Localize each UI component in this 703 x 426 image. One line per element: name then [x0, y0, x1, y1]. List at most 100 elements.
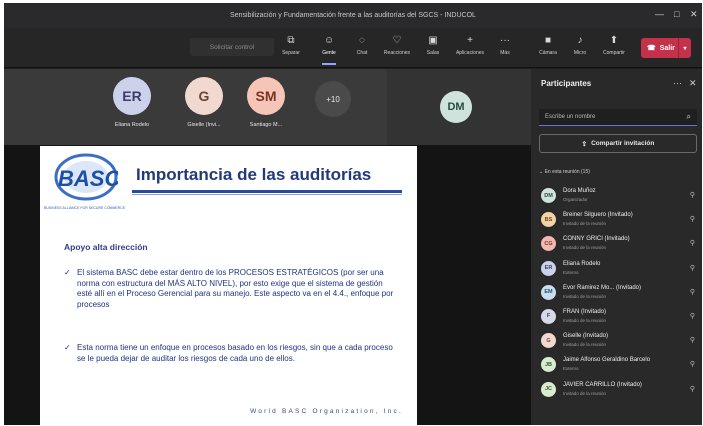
- chat-icon: ◌: [359, 35, 365, 46]
- title-rule-thin: [132, 194, 402, 195]
- participant-name: JAVIER CARRILLO (Invitado): [563, 381, 642, 388]
- toolbar-btn-apps[interactable]: + Aplicaciones: [455, 34, 485, 64]
- mic-muted-icon[interactable]: ⚲: [690, 312, 695, 320]
- avatar: BS: [541, 212, 556, 228]
- toolbar-label: Compartir: [603, 50, 625, 56]
- participant-item[interactable]: CG CONNY GRICI (Invitado) Invitado de la…: [541, 233, 701, 257]
- chevron-down-icon[interactable]: ▾: [678, 38, 691, 58]
- maximize-icon[interactable]: □: [674, 9, 679, 19]
- toolbar-btn-more[interactable]: ··· Más: [490, 34, 520, 64]
- mic-muted-icon[interactable]: ⚲: [690, 288, 695, 296]
- toolbar-label: Reacciones: [383, 50, 411, 56]
- bullet-text: Esta norma tiene un enfoque en procesos …: [77, 343, 393, 363]
- share-invite-button[interactable]: ⇪ Compartir invitación: [539, 134, 697, 153]
- search-icon: ⌕: [686, 112, 691, 121]
- minimize-icon[interactable]: —: [655, 9, 664, 19]
- participant-item[interactable]: ER Eliana Rodelo Externo ⚲: [541, 258, 701, 282]
- participant-role: Invitado de la reunión: [563, 342, 607, 348]
- share-screen-icon: ⧉: [287, 35, 295, 46]
- participant-role: Invitado de la reunión: [563, 293, 607, 299]
- mic-muted-icon[interactable]: ⚲: [690, 264, 695, 272]
- avatar: EM: [541, 284, 556, 300]
- toolbar-label: Chat: [356, 50, 368, 56]
- close-window-icon[interactable]: ✕: [690, 9, 698, 20]
- avatar: F: [541, 308, 556, 324]
- mic-muted-icon[interactable]: ⚲: [690, 336, 695, 344]
- leave-button[interactable]: ☎ Salir ▾: [641, 38, 691, 58]
- request-control-button[interactable]: Solicitar control: [190, 38, 274, 56]
- participant-item[interactable]: JC JAVIER CARRILLO (Invitado) Invitado d…: [541, 379, 701, 403]
- participant-tile[interactable]: SM Santiago M...: [247, 77, 285, 128]
- mic-muted-icon[interactable]: ⚲: [690, 191, 695, 199]
- toolbar-label: Salas: [426, 50, 440, 56]
- slide-title: Importancia de las auditorías: [136, 165, 372, 184]
- meeting-toolbar: Solicitar control ⧉ Separar ☺ Gente ◌ Ch…: [4, 28, 702, 68]
- shared-slide: BASC BUSINESS ALLIANCE FOR SECURE COMMER…: [40, 146, 417, 425]
- rooms-icon: ▣: [428, 35, 438, 46]
- people-icon: ☺: [323, 35, 335, 46]
- participant-role: Externo: [563, 269, 579, 275]
- participant-name: FRAN (Invitado): [563, 308, 607, 315]
- mic-muted-icon[interactable]: ⚲: [690, 360, 695, 368]
- participant-item[interactable]: F FRAN (Invitado) Invitado de la reunión…: [541, 306, 701, 330]
- slide-bullet: ✓ El sistema BASC debe estar dentro de l…: [64, 268, 394, 310]
- toolbar-btn-mic[interactable]: ♪ Micro: [565, 34, 595, 64]
- window-title: Sensibilización y Fundamentación frente …: [230, 12, 476, 19]
- participant-search-input[interactable]: Escribe un nombre ⌕: [539, 109, 697, 126]
- section-header[interactable]: ⌄ En esta reunión (15): [539, 169, 590, 175]
- toolbar-btn-chat[interactable]: ◌ Chat: [347, 34, 377, 64]
- participant-item[interactable]: EM Evor Ramirez Mo... (Invitado) Invitad…: [541, 282, 701, 306]
- avatar: JC: [541, 381, 556, 397]
- reactions-icon: ♡: [392, 35, 402, 46]
- mic-muted-icon[interactable]: ⚲: [690, 239, 695, 247]
- mic-muted-icon[interactable]: ⚲: [690, 385, 695, 393]
- toolbar-label: Gente: [322, 50, 336, 56]
- tile-name: Santiago M...: [249, 122, 283, 128]
- participant-list: DM Dora Muñoz Organizador ⚲ BS Breiner S…: [541, 185, 701, 403]
- phone-icon: ☎: [647, 45, 656, 52]
- logo-subtitle: BUSINESS ALLIANCE FOR SECURE COMMERCE: [44, 206, 126, 210]
- participant-name: Breiner Silguero (Invitado): [563, 212, 633, 219]
- participant-role: Invitado de la reunión: [563, 317, 607, 323]
- participant-name: CONNY GRICI (Invitado): [563, 236, 630, 243]
- slide-bullet: ✓ Esta norma tiene un enfoque en proceso…: [64, 343, 394, 364]
- participant-name: Evor Ramirez Mo... (Invitado): [563, 284, 642, 291]
- participant-name: Giselle (Invitado): [563, 333, 609, 340]
- toolbar-btn-rooms[interactable]: ▣ Salas: [418, 34, 448, 64]
- tile-name: Giselle (Invi...: [187, 122, 221, 128]
- toolbar-btn-reactions[interactable]: ♡ Reacciones: [382, 34, 412, 64]
- meeting-stage: ER Eliana Rodelo G Giselle (Invi... SM S…: [4, 69, 531, 425]
- more-participants-button[interactable]: +10: [315, 81, 351, 117]
- toolbar-btn-separar[interactable]: ⧉ Separar: [276, 34, 306, 64]
- avatar: DM: [440, 91, 472, 123]
- avatar: G: [185, 77, 223, 115]
- share-invite-label: Compartir invitación: [591, 140, 655, 147]
- participant-name: Jaime Alfonso Geraldino Barcelo: [563, 357, 651, 364]
- toolbar-btn-camera[interactable]: ■ Cámara: [533, 34, 563, 64]
- apps-icon: +: [467, 35, 473, 46]
- more-options-icon[interactable]: ···: [673, 78, 682, 88]
- teams-window: Sensibilización y Fundamentación frente …: [4, 3, 702, 425]
- avatar: ER: [541, 260, 556, 276]
- participant-role: Invitado de la reunión: [563, 221, 607, 227]
- toolbar-btn-share[interactable]: ⬆ Compartir: [599, 34, 629, 64]
- mic-icon: ♪: [577, 35, 583, 46]
- basc-logo-icon: BASC: [54, 153, 118, 201]
- participant-tile[interactable]: ER Eliana Rodelo: [113, 77, 151, 128]
- participant-tile[interactable]: G Giselle (Invi...: [185, 77, 223, 128]
- mic-muted-icon[interactable]: ⚲: [690, 215, 695, 223]
- camera-icon: ■: [544, 35, 552, 46]
- participant-item[interactable]: DM Dora Muñoz Organizador ⚲: [541, 185, 701, 209]
- checkmark-icon: ✓: [64, 343, 71, 352]
- participant-item[interactable]: JB Jaime Alfonso Geraldino Barcelo Exter…: [541, 354, 701, 378]
- participants-panel: Participantes ··· ✕ Escribe un nombre ⌕ …: [531, 69, 702, 425]
- participant-strip: ER Eliana Rodelo G Giselle (Invi... SM S…: [4, 69, 387, 145]
- checkmark-icon: ✓: [64, 268, 71, 277]
- slide-subtitle: Apoyo alta dirección: [64, 242, 148, 252]
- participant-item[interactable]: BS Breiner Silguero (Invitado) Invitado …: [541, 209, 701, 233]
- toolbar-btn-people[interactable]: ☺ Gente: [314, 34, 344, 65]
- leave-label: Salir: [659, 44, 675, 52]
- close-icon[interactable]: ✕: [689, 78, 697, 89]
- svg-text:BASC: BASC: [58, 166, 118, 191]
- participant-item[interactable]: G Giselle (Invitado) Invitado de la reun…: [541, 330, 701, 354]
